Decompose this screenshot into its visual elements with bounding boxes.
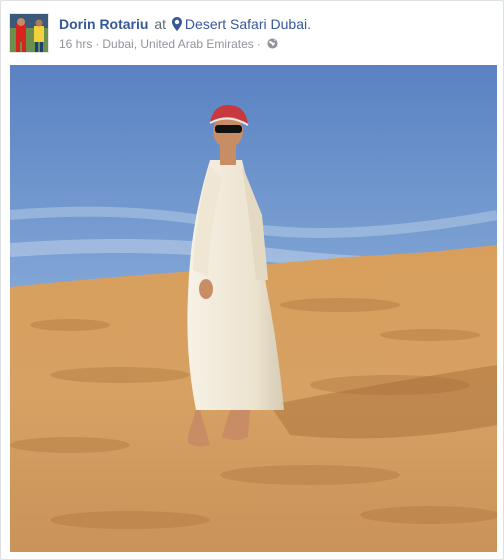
post-photo[interactable]	[10, 65, 497, 552]
post-title-line: Dorin Rotariu at Desert Safari Dubai.	[59, 15, 311, 33]
place-name: Desert Safari Dubai.	[184, 16, 311, 32]
post-card: Dorin Rotariu at Desert Safari Dubai. 16…	[0, 0, 504, 560]
timestamp-link[interactable]: 16 hrs	[59, 37, 92, 51]
post-meta: 16 hrs · Dubai, United Arab Emirates ·	[59, 36, 278, 52]
post-header: Dorin Rotariu at Desert Safari Dubai. 16…	[9, 11, 497, 57]
author-avatar[interactable]	[9, 13, 49, 53]
at-word: at	[154, 16, 167, 32]
globe-icon[interactable]	[267, 37, 278, 49]
meta-separator: ·	[95, 37, 100, 51]
location-pin-icon	[171, 17, 182, 31]
author-name-link[interactable]: Dorin Rotariu	[59, 16, 148, 32]
place-link[interactable]: Desert Safari Dubai.	[171, 16, 311, 32]
location-link[interactable]: Dubai, United Arab Emirates	[102, 37, 253, 51]
meta-separator-2: ·	[256, 37, 261, 51]
